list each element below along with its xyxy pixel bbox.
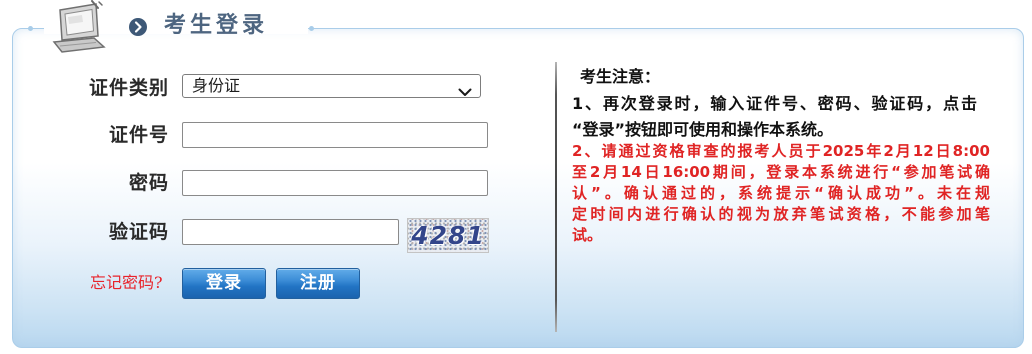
captcha-label: 验证码 [108,221,169,243]
captcha-input[interactable] [182,219,399,245]
notice-item-2: 2、请通过资格审查的报考人员于2025年2月12日8:00 至2月14日16:0… [572,141,990,246]
border-dot [28,26,33,31]
login-button[interactable]: 登录 [182,268,266,299]
id-number-input[interactable] [182,122,488,148]
password-label: 密码 [128,172,169,194]
notice-line: “登录”按钮即可使用和操作本系统。 [572,120,834,139]
id-type-label: 证件类别 [88,77,169,99]
register-button[interactable]: 注册 [276,268,360,299]
captcha-text: 4281 [411,221,485,250]
forgot-password-link[interactable]: 忘记密码? [90,273,163,293]
page-title: 考生登录 [164,13,269,38]
chevron-down-icon [458,82,472,96]
id-type-select[interactable]: 身份证 [182,74,481,98]
chevron-right-circle-icon [128,17,148,37]
notice-line: 至2月14日16:00期间，登录本系统进行“参加笔试确 [572,163,990,181]
vertical-divider [555,62,557,332]
notice-title: 考生注意： [580,67,661,86]
notice-line: 认”。确认通过的，系统提示“确认成功”。未在规 [572,184,990,202]
notice-line: 2、请通过资格审查的报考人员于2025年2月12日8:00 [572,142,990,160]
border-dot [309,26,314,31]
notice-item-1: 1、再次登录时，输入证件号、密码、验证码，点击 “登录”按钮即可使用和操作本系统… [572,91,977,143]
notice-line: 1、再次登录时，输入证件号、密码、验证码，点击 [572,94,977,113]
id-number-label: 证件号 [108,124,169,146]
password-input[interactable] [182,170,488,196]
id-type-value: 身份证 [192,76,241,95]
notice-line: 试。 [572,226,603,244]
captcha-image[interactable]: 4281 [407,218,489,253]
computer-icon [46,0,110,54]
notice-line: 定时间内进行确认的视为放弃笔试资格，不能参加笔 [572,205,990,223]
